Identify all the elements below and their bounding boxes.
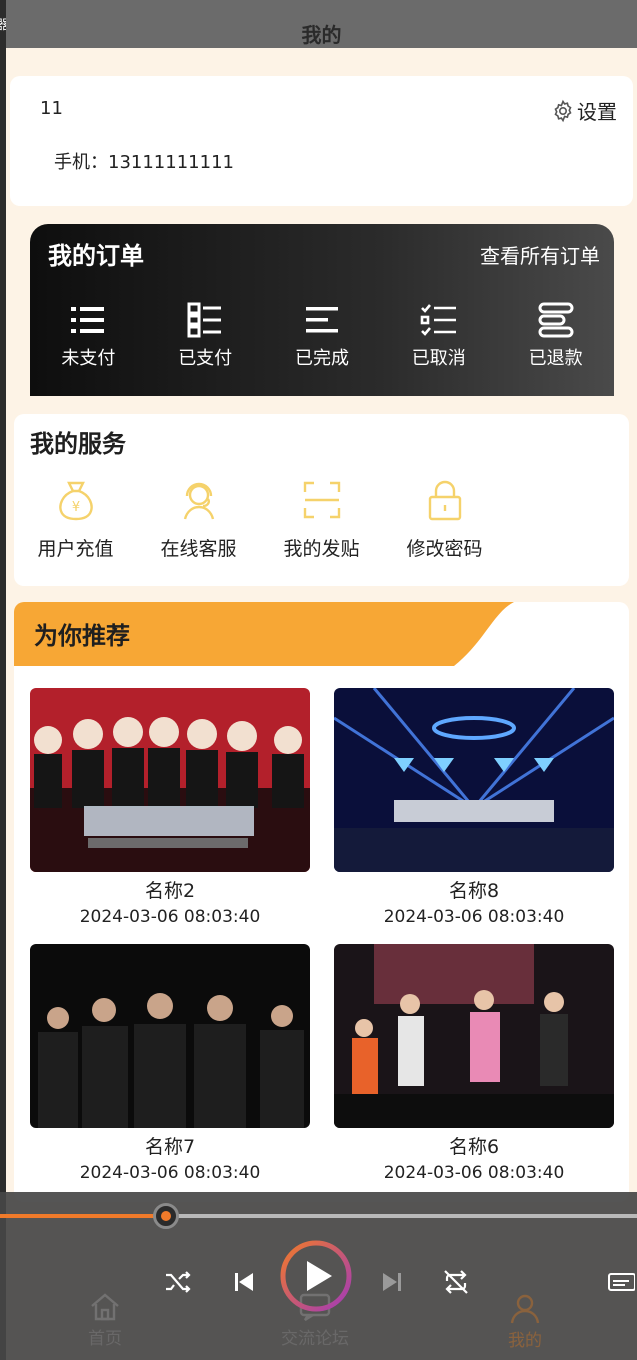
- live-performance-image: [334, 944, 614, 1128]
- recommend-title: 为你推荐: [34, 622, 130, 650]
- app-screen: 我的 11 手机：13111111111 设置 我的订单 查看所有订单 未支付 …: [6, 0, 637, 1360]
- progress-knob[interactable]: [152, 1203, 179, 1229]
- recommend-card: 为你推荐 名称2 2024-03-06 08:03:40 名称8 2024-03…: [14, 602, 629, 1202]
- play-button[interactable]: [278, 1238, 354, 1314]
- order-tab-refunded[interactable]: 已退款: [497, 300, 614, 370]
- money-bag-icon: ¥: [58, 481, 93, 521]
- order-tab-cancelled[interactable]: 已取消: [380, 300, 497, 370]
- my-orders-card: 我的订单 查看所有订单 未支付 已支付 已完成 已取消 已退款: [30, 224, 614, 396]
- orders-title: 我的订单: [48, 242, 144, 270]
- order-tab-label: 已取消: [411, 348, 466, 369]
- user-info-card: 11 手机：13111111111 设置: [10, 76, 633, 206]
- recommend-item-name: 名称2: [144, 880, 196, 902]
- order-tab-completed[interactable]: 已完成: [264, 300, 381, 370]
- scan-frame-icon: [303, 481, 340, 519]
- concert-poster-image: [30, 688, 310, 872]
- subtitles-button[interactable]: [604, 1266, 637, 1298]
- recommend-item-name: 名称7: [144, 1136, 196, 1158]
- previous-button[interactable]: [224, 1262, 264, 1302]
- player-controls: [0, 1240, 637, 1360]
- settings-button[interactable]: 设置: [551, 96, 617, 125]
- recommend-item[interactable]: 名称7 2024-03-06 08:03:40: [30, 944, 310, 1183]
- repeat-off-button[interactable]: [436, 1262, 476, 1302]
- service-recharge[interactable]: ¥ 用户充值: [14, 476, 137, 561]
- grid-list-icon: [187, 302, 222, 338]
- lock-icon: [428, 480, 461, 521]
- order-tab-label: 未支付: [61, 348, 116, 369]
- gear-icon: [554, 99, 572, 122]
- recommend-item-date: 2024-03-06 08:03:40: [383, 1163, 565, 1183]
- page-title: 我的: [301, 22, 342, 47]
- service-label: 在线客服: [160, 538, 237, 560]
- recommend-item-date: 2024-03-06 08:03:40: [79, 907, 261, 927]
- shuffle-icon: [166, 1271, 191, 1293]
- support-agent-icon: [183, 482, 214, 520]
- recommend-item[interactable]: 名称2 2024-03-06 08:03:40: [30, 688, 310, 927]
- recommend-item[interactable]: 名称8 2024-03-06 08:03:40: [334, 688, 614, 927]
- play-icon: [280, 1240, 352, 1312]
- view-all-orders-link[interactable]: 查看所有订单: [480, 240, 600, 269]
- recommend-item-date: 2024-03-06 08:03:40: [79, 1163, 261, 1183]
- recommend-item-name: 名称6: [448, 1136, 500, 1158]
- band-photo-image: [30, 944, 310, 1128]
- media-player-overlay: 首页 交流论坛 我的: [0, 1192, 637, 1360]
- order-tab-label: 已支付: [178, 348, 233, 369]
- recommend-item[interactable]: 名称6 2024-03-06 08:03:40: [334, 944, 614, 1183]
- lines-icon: [305, 307, 338, 333]
- progress-fill: [0, 1214, 166, 1218]
- recommend-item-date: 2024-03-06 08:03:40: [383, 907, 565, 927]
- stack-icon: [538, 302, 574, 338]
- settings-label: 设置: [577, 100, 617, 124]
- progress-track[interactable]: [0, 1203, 637, 1229]
- service-online-support[interactable]: 在线客服: [137, 476, 260, 561]
- user-phone: 手机：13111111111: [54, 152, 234, 173]
- checklist-icon: [420, 304, 456, 336]
- service-my-posts[interactable]: 我的发贴: [260, 476, 383, 561]
- order-tab-paid[interactable]: 已支付: [147, 300, 264, 370]
- order-tab-label: 已完成: [294, 348, 349, 369]
- svg-text:¥: ¥: [71, 500, 79, 515]
- service-label: 用户充值: [37, 538, 114, 560]
- service-change-password[interactable]: 修改密码: [383, 476, 506, 561]
- service-label: 我的发贴: [283, 538, 360, 560]
- skip-previous-icon: [235, 1273, 253, 1291]
- top-bar: 我的: [6, 0, 637, 48]
- stage-image: [334, 688, 614, 872]
- profile-page: 11 手机：13111111111 设置 我的订单 查看所有订单 未支付 已支付…: [6, 48, 637, 1202]
- next-button[interactable]: [372, 1262, 412, 1302]
- list-bullets-icon: [71, 307, 105, 333]
- repeat-off-icon: [444, 1270, 468, 1294]
- skip-next-icon: [383, 1273, 401, 1291]
- user-name: 11: [40, 98, 63, 119]
- services-title: 我的服务: [30, 430, 126, 458]
- my-services-card: 我的服务 ¥ 用户充值 在线客服 我的发贴 修改密码: [14, 414, 629, 586]
- order-tab-label: 已退款: [528, 348, 583, 369]
- order-tab-unpaid[interactable]: 未支付: [30, 300, 147, 370]
- service-label: 修改密码: [406, 538, 483, 560]
- subtitles-icon: [607, 1273, 635, 1291]
- shuffle-button[interactable]: [158, 1262, 198, 1302]
- recommend-item-name: 名称8: [448, 880, 500, 902]
